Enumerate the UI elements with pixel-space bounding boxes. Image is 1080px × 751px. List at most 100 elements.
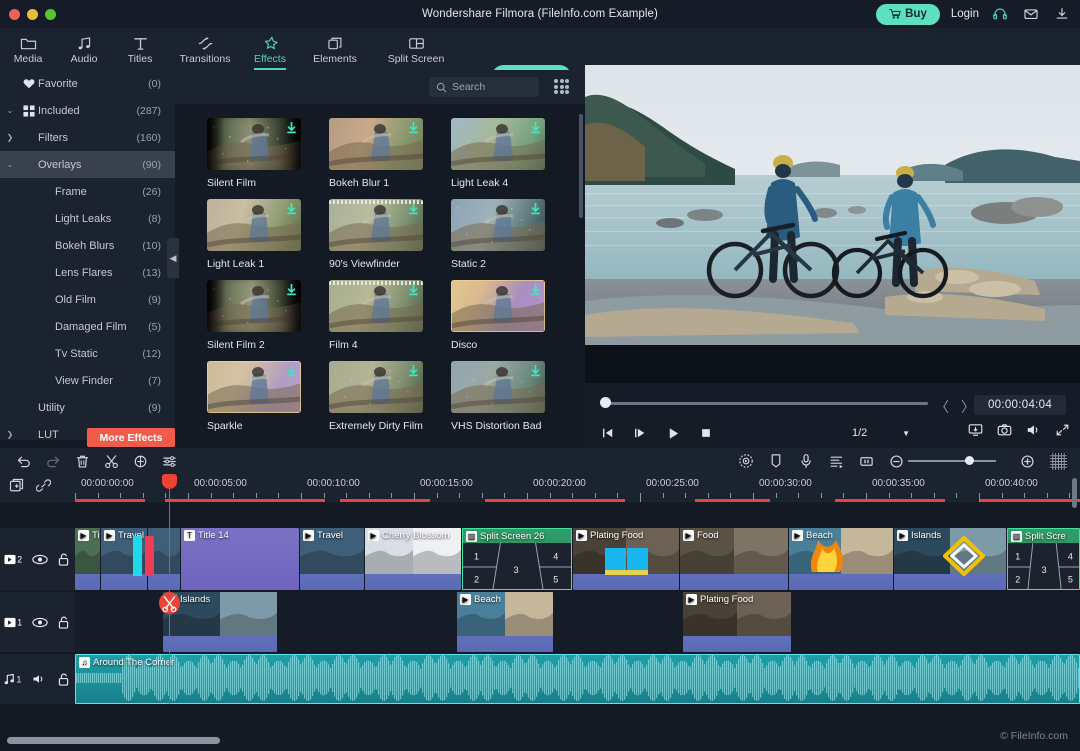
effect-card-light-leak-1[interactable]: Light Leak 1 xyxy=(207,199,301,270)
effect-thumbnail[interactable] xyxy=(451,118,545,170)
play-button[interactable] xyxy=(663,423,683,443)
sidebar-item-damaged-film[interactable]: Damaged Film(5) xyxy=(0,313,175,340)
tab-transitions[interactable]: Transitions xyxy=(168,28,242,70)
sidebar-item-old-film[interactable]: Old Film(9) xyxy=(0,286,175,313)
timeline-clip-ti[interactable]: ▶Ti xyxy=(75,528,100,590)
download-effect-icon[interactable] xyxy=(287,122,296,135)
effect-thumbnail[interactable] xyxy=(451,280,545,332)
speaker-icon[interactable] xyxy=(28,673,52,685)
sidebar-item-utility[interactable]: Utility(9) xyxy=(0,394,175,421)
seek-handle[interactable] xyxy=(600,397,611,408)
timeline-clip-clip[interactable] xyxy=(148,528,180,590)
more-effects-badge[interactable]: More Effects xyxy=(87,428,175,447)
download-effect-icon[interactable] xyxy=(531,122,540,135)
effect-thumbnail[interactable] xyxy=(329,199,423,251)
freeze-frame-icon[interactable] xyxy=(857,452,875,470)
download-effect-icon[interactable] xyxy=(409,284,418,297)
undo-icon[interactable] xyxy=(15,452,33,470)
lock-icon[interactable] xyxy=(52,672,76,687)
effect-thumbnail[interactable] xyxy=(451,361,545,413)
timeline-clip-split-scre[interactable]: 12345▥Split Scre xyxy=(1007,528,1080,590)
mark-in-icon[interactable]: 〈 xyxy=(935,397,949,417)
timeline-zoom-handle[interactable] xyxy=(965,456,974,465)
timeline-clip-travel[interactable]: ▶Travel xyxy=(300,528,364,590)
previous-frame-button[interactable] xyxy=(598,423,618,443)
timeline-clip-travel[interactable]: ▶Travel xyxy=(101,528,147,590)
split-icon[interactable] xyxy=(102,452,120,470)
tab-elements[interactable]: Elements xyxy=(298,28,372,70)
split-marker-icon[interactable] xyxy=(159,592,180,618)
effect-thumbnail[interactable] xyxy=(207,199,301,251)
eye-icon[interactable] xyxy=(28,554,52,565)
volume-icon[interactable] xyxy=(1026,423,1041,442)
effect-card-film-4[interactable]: Film 4 xyxy=(329,280,423,351)
chevron-right-icon[interactable]: ❯ xyxy=(0,430,20,439)
timeline-zoom-slider[interactable] xyxy=(908,460,996,462)
effect-card-disco[interactable]: Disco xyxy=(451,280,545,351)
tab-audio[interactable]: Audio xyxy=(56,28,112,70)
playhead-handle[interactable] xyxy=(162,474,177,489)
effect-thumbnail[interactable] xyxy=(207,118,301,170)
crop-icon[interactable] xyxy=(131,452,149,470)
add-media-icon[interactable] xyxy=(9,478,24,498)
effect-card-bokeh-blur-1[interactable]: Bokeh Blur 1 xyxy=(329,118,423,189)
chevron-down-icon[interactable]: ⌄ xyxy=(0,160,20,169)
download-effect-icon[interactable] xyxy=(531,203,540,216)
chevron-down-icon[interactable]: ⌄ xyxy=(0,106,20,115)
download-effect-icon[interactable] xyxy=(409,365,418,378)
chevron-right-icon[interactable]: ❯ xyxy=(0,133,20,142)
timeline-clip-islands[interactable]: ▶Islands xyxy=(163,592,277,652)
fullscreen-icon[interactable] xyxy=(1055,423,1070,442)
sidebar-item-overlays[interactable]: ⌄Overlays(90) xyxy=(0,151,175,178)
sidebar-item-bokeh-blurs[interactable]: Bokeh Blurs(10) xyxy=(0,232,175,259)
sidebar-item-light-leaks[interactable]: Light Leaks(8) xyxy=(0,205,175,232)
download-effect-icon[interactable] xyxy=(531,365,540,378)
effect-thumbnail[interactable] xyxy=(207,280,301,332)
effect-card-sparkle[interactable]: Sparkle xyxy=(207,361,301,432)
timeline-clip-islands[interactable]: ▶Islands xyxy=(894,528,1006,590)
download-effect-icon[interactable] xyxy=(409,122,418,135)
effect-card-silent-film-2[interactable]: Silent Film 2 xyxy=(207,280,301,351)
auto-caption-icon[interactable] xyxy=(827,452,845,470)
preview-video-frame[interactable] xyxy=(585,65,1080,345)
effects-category-sidebar[interactable]: Favorite(0)⌄Included(287)❯Filters(160)⌄O… xyxy=(0,70,175,440)
effect-thumbnail[interactable] xyxy=(329,280,423,332)
timeline-horizontal-scrollbar[interactable] xyxy=(7,737,220,744)
effect-thumbnail[interactable] xyxy=(207,361,301,413)
seek-track[interactable] xyxy=(603,402,928,405)
tab-effects[interactable]: Effects xyxy=(242,28,298,70)
sidebar-item-tv-static[interactable]: Tv Static(12) xyxy=(0,340,175,367)
zoom-out-icon[interactable] xyxy=(887,452,905,470)
login-link[interactable]: Login xyxy=(951,8,979,20)
eye-icon[interactable] xyxy=(28,617,52,628)
download-effect-icon[interactable] xyxy=(287,284,296,297)
tab-media[interactable]: Media xyxy=(0,28,56,70)
current-timecode[interactable]: 00:00:04:04 xyxy=(974,395,1066,415)
sidebar-item-included[interactable]: ⌄Included(287) xyxy=(0,97,175,124)
buy-button[interactable]: Buy xyxy=(876,4,940,25)
timeline-clip-plating-food[interactable]: ▶Plating Food xyxy=(573,528,679,590)
camera-icon[interactable] xyxy=(997,423,1012,442)
sidebar-collapse-handle[interactable]: ◀ xyxy=(167,238,179,278)
mark-out-icon[interactable]: 〉 xyxy=(961,397,975,417)
sidebar-item-favorite[interactable]: Favorite(0) xyxy=(0,70,175,97)
download-effect-icon[interactable] xyxy=(287,203,296,216)
sidebar-item-view-finder[interactable]: View Finder(7) xyxy=(0,367,175,394)
effect-thumbnail[interactable] xyxy=(329,118,423,170)
effects-panel-scrollbar[interactable] xyxy=(579,114,583,218)
effect-card-static-2[interactable]: Static 2 xyxy=(451,199,545,270)
effect-card-90-s-viewfinder[interactable]: 90's Viewfinder xyxy=(329,199,423,270)
zoom-in-icon[interactable] xyxy=(1018,452,1036,470)
tab-titles[interactable]: Titles xyxy=(112,28,168,70)
track-body-audio-1[interactable]: ♫Around The Corner xyxy=(75,654,1080,704)
sidebar-item-filters[interactable]: ❯Filters(160) xyxy=(0,124,175,151)
timeline-vertical-scrollbar[interactable] xyxy=(1072,478,1077,508)
playhead[interactable] xyxy=(169,474,170,704)
delete-icon[interactable] xyxy=(73,452,91,470)
render-preview-strip-icon[interactable] xyxy=(1048,451,1068,471)
lock-icon[interactable] xyxy=(52,615,76,630)
stop-button[interactable] xyxy=(696,423,716,443)
sidebar-item-frame[interactable]: Frame(26) xyxy=(0,178,175,205)
timeline-clip-plating-food[interactable]: ▶Plating Food xyxy=(683,592,791,652)
search-input[interactable]: Search xyxy=(429,77,539,97)
